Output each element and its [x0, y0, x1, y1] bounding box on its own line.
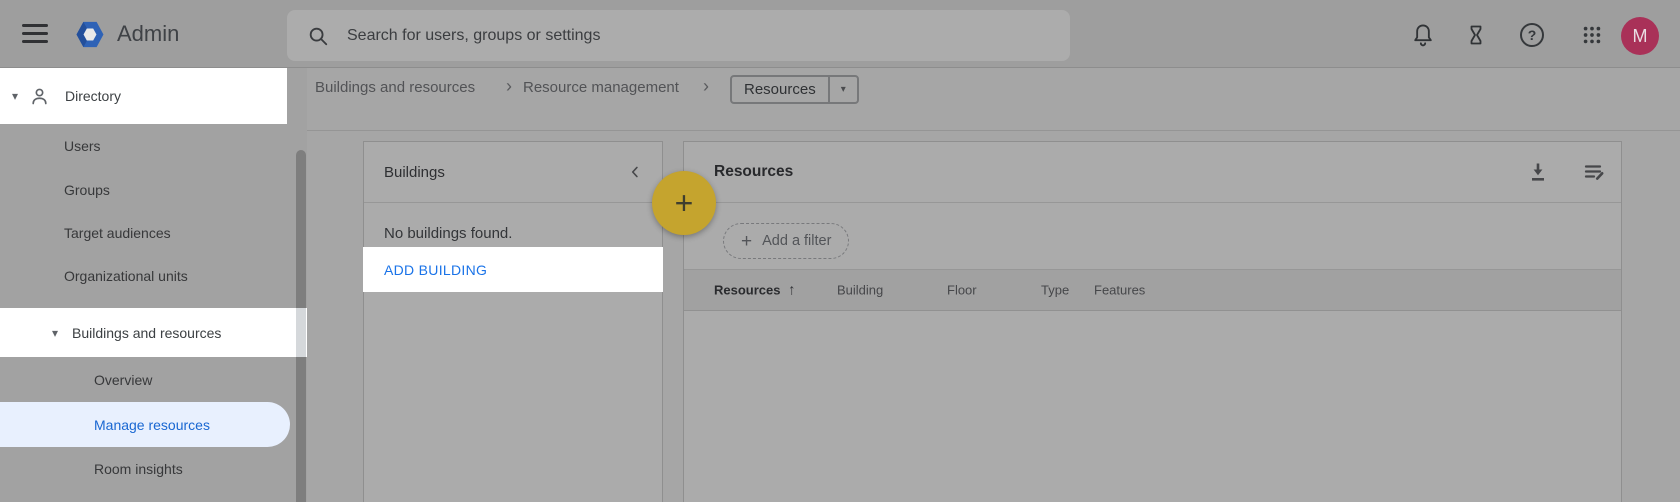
sidebar-item-label: Directory [65, 88, 122, 104]
breadcrumb-separator-icon: › [506, 76, 512, 96]
apps-grid-icon[interactable] [1578, 21, 1606, 49]
search-icon [307, 25, 329, 47]
sidebar-item-label: Users [64, 138, 101, 154]
resources-panel-header: Resources [684, 142, 1621, 203]
buildings-panel: Buildings No buildings found. ADD BUILDI… [363, 141, 663, 502]
column-header-building[interactable]: Building [837, 283, 883, 298]
sidebar-item-groups[interactable]: Groups [0, 168, 307, 211]
admin-console-screen: Admin ? [0, 0, 1680, 502]
breadcrumb-divider [307, 130, 1680, 131]
breadcrumb-current-label: Resources [744, 81, 816, 98]
add-filter-label: Add a filter [762, 233, 832, 249]
account-avatar[interactable]: M [1621, 17, 1659, 55]
sidebar-item-directory[interactable]: ▾ Directory [0, 68, 287, 124]
top-bar: Admin ? [0, 0, 1680, 68]
buildings-empty-state: No buildings found. [384, 225, 513, 242]
sidebar-item-manage-resources-active[interactable]: Manage resources [0, 402, 290, 447]
add-resource-fab[interactable]: + [652, 171, 716, 235]
breadcrumb-resource-management[interactable]: Resource management [523, 79, 679, 96]
sidebar-item-label: Buildings and resources [72, 324, 222, 341]
sidebar-item-organizational-units[interactable]: Organizational units [0, 254, 307, 298]
person-icon [29, 86, 50, 107]
resources-panel: Resources + Add a filter Resources ↑ Bui… [683, 141, 1622, 502]
sidebar-item-buildings-and-resources[interactable]: ▾ Buildings and resources [0, 308, 307, 357]
breadcrumb-current-dropdown[interactable]: Resources ▾ [730, 75, 859, 104]
sort-ascending-icon[interactable]: ↑ [788, 282, 796, 299]
sidebar-item-users[interactable]: Users [0, 124, 307, 168]
sidebar-item-target-audiences[interactable]: Target audiences [0, 211, 307, 254]
buildings-panel-title: Buildings [384, 163, 445, 181]
column-header-resources[interactable]: Resources [714, 283, 780, 298]
breadcrumb-buildings-and-resources[interactable]: Buildings and resources [315, 79, 475, 96]
collapse-caret-icon[interactable]: ▾ [8, 89, 22, 103]
tasks-hourglass-icon[interactable] [1462, 21, 1490, 49]
brand-title: Admin [117, 21, 180, 46]
add-building-label: ADD BUILDING [384, 261, 488, 278]
menu-icon[interactable] [22, 24, 48, 43]
resources-panel-title: Resources [714, 163, 794, 180]
sidebar-item-label: Organizational units [64, 268, 188, 284]
sidebar-item-label: Groups [64, 181, 110, 198]
sidebar-item-overview[interactable]: Overview [0, 357, 307, 402]
plus-icon: + [741, 230, 753, 252]
sidebar-item-label: Manage resources [94, 416, 210, 433]
admin-logo-icon [72, 18, 108, 51]
sidebar-scrollbar-segment[interactable] [296, 308, 306, 357]
breadcrumb-separator-icon: › [703, 76, 709, 96]
add-filter-button[interactable]: + Add a filter [723, 223, 850, 259]
edit-columns-icon[interactable] [1581, 159, 1607, 185]
sidebar-item-label: Target audiences [64, 224, 171, 241]
plus-icon: + [674, 184, 694, 221]
column-header-features[interactable]: Features [1094, 283, 1145, 298]
sidebar-item-room-insights[interactable]: Room insights [0, 447, 307, 490]
brand: Admin [72, 15, 179, 53]
download-icon[interactable] [1525, 159, 1551, 185]
resources-table-header: Resources ↑ Building Floor Type Features [684, 269, 1621, 311]
column-header-floor[interactable]: Floor [947, 283, 977, 298]
collapse-panel-chevron-icon[interactable] [626, 163, 644, 181]
buildings-panel-header: Buildings [364, 142, 662, 203]
add-building-button[interactable]: ADD BUILDING [363, 247, 663, 292]
help-icon[interactable]: ? [1518, 21, 1546, 49]
collapse-caret-icon[interactable]: ▾ [48, 326, 62, 340]
search-input[interactable] [345, 25, 1052, 46]
notifications-bell-icon[interactable] [1409, 21, 1437, 49]
help-question-mark: ? [1527, 27, 1537, 43]
sidebar: ▾ Directory Users Groups Target audience… [0, 68, 307, 502]
search-bar[interactable] [287, 10, 1070, 61]
column-header-type[interactable]: Type [1041, 283, 1069, 298]
dropdown-arrow-icon[interactable]: ▾ [827, 77, 857, 102]
sidebar-item-label: Overview [94, 371, 153, 388]
sidebar-item-label: Room insights [94, 460, 183, 477]
